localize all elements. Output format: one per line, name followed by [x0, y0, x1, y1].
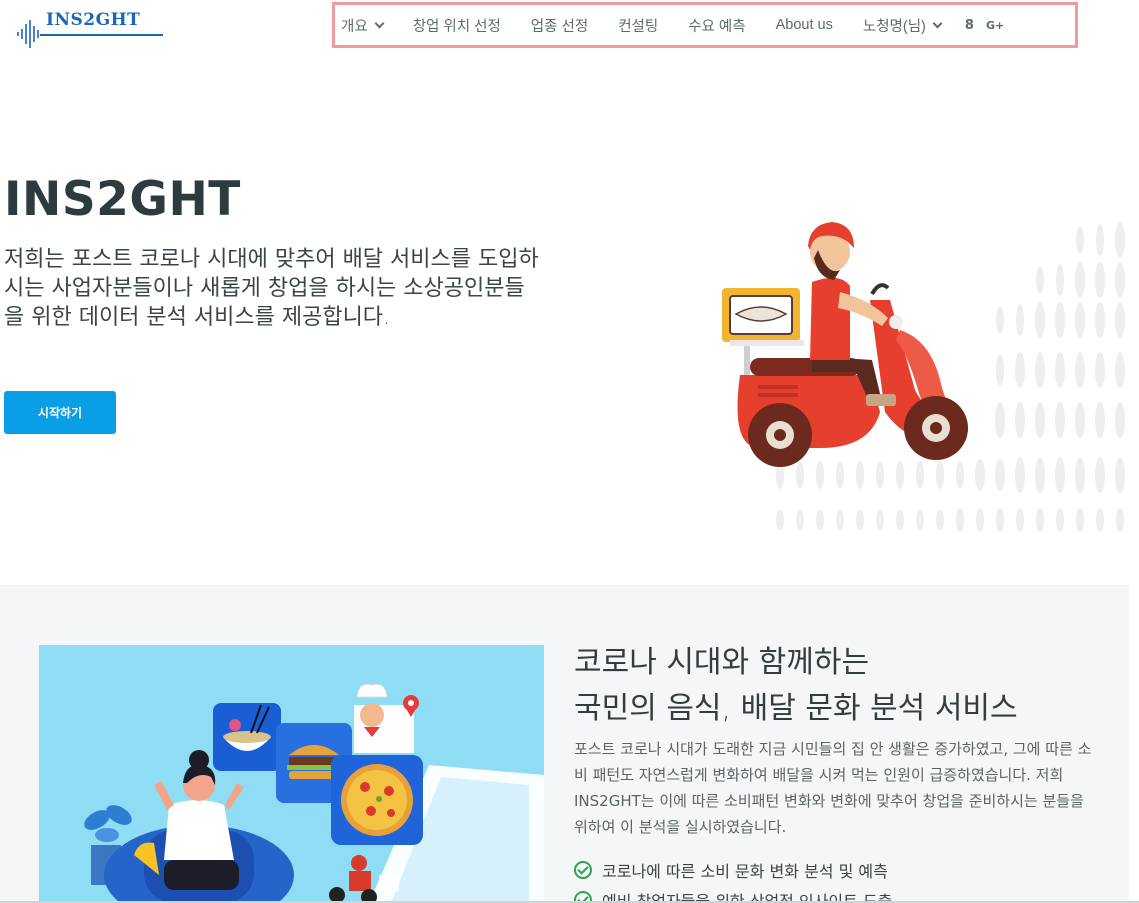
google-plus-icon[interactable]: G+	[986, 19, 1004, 32]
start-button[interactable]: 시작하기	[4, 391, 116, 434]
list-item: 코로나에 따른 소비 문화 변화 분석 및 예측	[574, 855, 1114, 885]
nav-item-label: 개요	[341, 18, 368, 35]
chevron-down-icon	[374, 18, 385, 28]
delivery-scooter-illustration	[722, 222, 1125, 532]
hero-description: 저희는 포스트 코로나 시대에 맞추어 배달 서비스를 도입하시는 사업자분들이…	[4, 247, 539, 330]
section-title-line1: 코로나 시대와 함께하는	[574, 645, 870, 680]
section-title: 코로나 시대와 함께하는 국민의 음식, 배달 문화 분석 서비스	[574, 640, 1114, 732]
nav-item-industry[interactable]: 업종 선정	[531, 15, 588, 36]
logo-text: INS2GHT	[46, 10, 141, 30]
chevron-down-icon	[932, 18, 943, 28]
nav-item-user-menu[interactable]: 노청명(님)	[862, 15, 943, 36]
nav-item-label: 창업 위치 선정	[412, 18, 501, 35]
food-delivery-illustration	[39, 645, 544, 903]
nav-item-label: About us	[775, 17, 833, 33]
nav-item-label: 업종 선정	[530, 18, 589, 35]
feature-checklist: 코로나에 따른 소비 문화 변화 분석 및 예측 예비 창업자들을 위한 상업적…	[574, 855, 1114, 903]
nav-item-about[interactable]: About us	[776, 17, 833, 33]
check-circle-icon	[574, 861, 592, 879]
sound-wave-icon	[17, 20, 39, 48]
nav-item-location[interactable]: 창업 위치 선정	[413, 15, 501, 36]
section-title-line2: 국민의 음식, 배달 문화 분석 서비스	[574, 691, 1018, 726]
nav-item-label: 컨설팅	[618, 18, 659, 35]
nav-item-consulting[interactable]: 컨설팅	[618, 15, 658, 36]
logo[interactable]: INS2GHT	[16, 10, 166, 50]
nav-item-overview[interactable]: 개요	[341, 15, 385, 36]
logo-underline	[40, 34, 163, 36]
nav-item-label: 수요 예측	[688, 18, 746, 35]
nav-item-demand-forecast[interactable]: 수요 예측	[688, 15, 745, 36]
section-description: 포스트 코로나 시대가 도래한 지금 시민들의 집 안 생활은 증가하였고, 그…	[574, 740, 1092, 836]
hero-title: INS2GHT	[4, 172, 241, 227]
main-nav: 개요 창업 위치 선정 업종 선정 컨설팅 수요 예측 About us 노청명…	[332, 2, 1078, 48]
social-icon-8[interactable]: 8	[965, 18, 974, 33]
nav-item-label: 노청명(님)	[862, 18, 926, 35]
list-item-text: 코로나에 따른 소비 문화 변화 분석 및 예측	[602, 862, 888, 881]
